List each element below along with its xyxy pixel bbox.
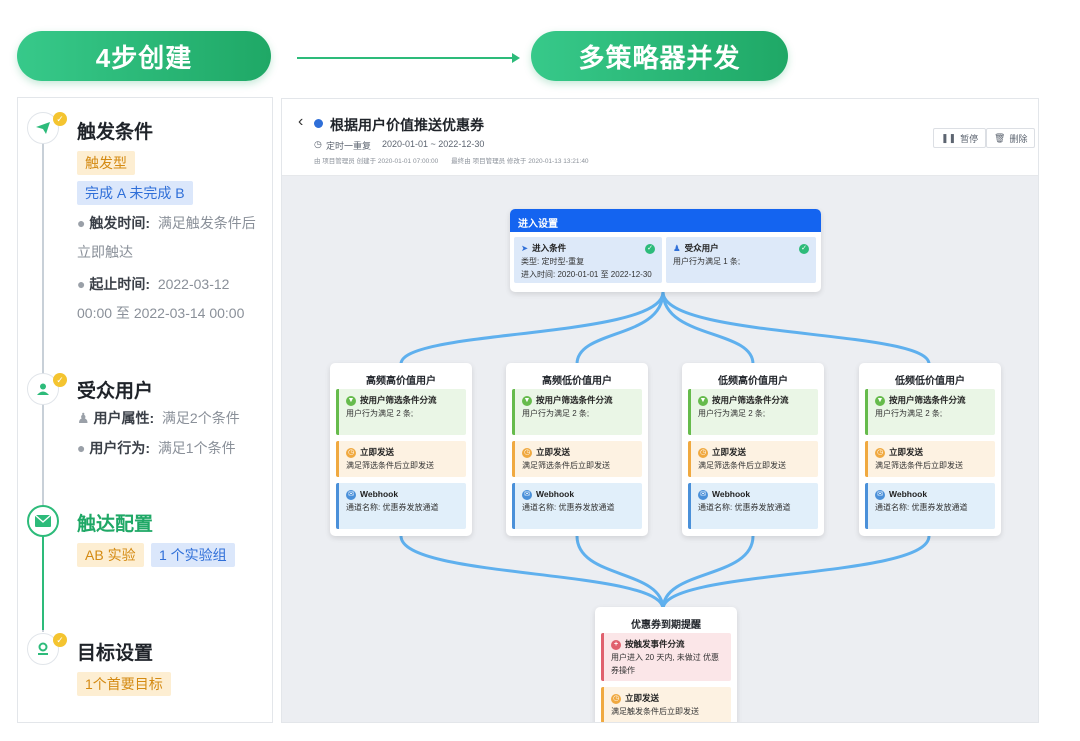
tag-trigger-type: 触发型 bbox=[77, 151, 135, 175]
split-box[interactable]: ▼ 按用户筛选条件分流 用户行为满足 2 条; bbox=[512, 389, 642, 435]
entry-audience-box[interactable]: ♟ 受众用户 ✓ 用户行为满足 1 条; bbox=[666, 237, 816, 283]
webhook-box[interactable]: ✉ Webhook 通道名称: 优惠券发放通道 bbox=[688, 483, 818, 529]
branch-card[interactable]: 高频低价值用户 ▼ 按用户筛选条件分流 用户行为满足 2 条; ◷ 立即发送 满足筛选条… bbox=[506, 363, 648, 536]
split-box[interactable]: ▼ 按用户筛选条件分流 用户行为满足 2 条; bbox=[688, 389, 818, 435]
tag-test-group: 1 个实验组 bbox=[151, 543, 235, 567]
user-icon: ♟ bbox=[673, 243, 681, 253]
check-icon: ✓ bbox=[645, 243, 655, 254]
clock-icon: ◷ bbox=[875, 447, 885, 458]
final-title: 优惠券到期提醒 bbox=[631, 620, 701, 631]
final-send-box[interactable]: ◷ 立即发送 满足触发条件后立即发送 bbox=[601, 687, 731, 722]
event-split-box[interactable]: + 按触发事件分流 用户进入 20 天内, 未做过 优惠券操作 bbox=[601, 633, 731, 681]
check-badge-icon: ✓ bbox=[53, 633, 67, 647]
strategy-pill: 多策略器并发 bbox=[531, 31, 788, 81]
send-icon: ➤ bbox=[521, 243, 529, 253]
tag-condition: 完成 A 未完成 B bbox=[77, 181, 193, 205]
check-badge-icon: ✓ bbox=[53, 373, 67, 387]
clock-icon: ◷ bbox=[346, 447, 356, 458]
webhook-icon: ✉ bbox=[346, 489, 356, 500]
step-title-goal: 目标设置 bbox=[77, 643, 154, 664]
event-icon: + bbox=[611, 639, 621, 650]
steps-pill: 4步创建 bbox=[17, 31, 271, 81]
send-box[interactable]: ◷ 立即发送 满足筛选条件后立即发送 bbox=[865, 441, 995, 477]
webhook-box[interactable]: ✉ Webhook 通道名称: 优惠券发放通道 bbox=[336, 483, 466, 529]
branch-title: 高频低价值用户 bbox=[542, 376, 612, 387]
step-title-delivery: 触达配置 bbox=[77, 514, 154, 535]
filter-icon: ▼ bbox=[522, 395, 532, 406]
branch-card[interactable]: 高频高价值用户 ▼ 按用户筛选条件分流 用户行为满足 2 条; ◷ 立即发送 满足筛选条… bbox=[330, 363, 472, 536]
clock-icon: ◷ bbox=[698, 447, 708, 458]
tag-ab-test: AB 实验 bbox=[77, 543, 144, 567]
clock-icon: ◷ bbox=[611, 693, 621, 704]
trigger-time: ● 触发时间: 满足触发条件后立即触达 bbox=[77, 215, 256, 260]
filter-icon: ▼ bbox=[698, 395, 708, 406]
branch-title: 低频低价值用户 bbox=[895, 376, 965, 387]
filter-icon: ▼ bbox=[875, 395, 885, 406]
entry-condition-box[interactable]: ➤ 进入条件 ✓ 类型: 定时型-重复 进入时间: 2020-01-01 至 202… bbox=[514, 237, 662, 283]
branch-title: 高频高价值用户 bbox=[366, 376, 436, 387]
split-box[interactable]: ▼ 按用户筛选条件分流 用户行为满足 2 条; bbox=[336, 389, 466, 435]
webhook-icon: ✉ bbox=[698, 489, 708, 500]
entry-card[interactable]: 进入设置 ➤ 进入条件 ✓ 类型: 定时型-重复 进入时间: 2020-01-01 … bbox=[510, 209, 821, 292]
webhook-box[interactable]: ✉ Webhook 通道名称: 优惠券发放通道 bbox=[865, 483, 995, 529]
check-badge-icon: ✓ bbox=[53, 112, 67, 126]
mail-icon[interactable] bbox=[27, 505, 59, 537]
check-icon: ✓ bbox=[799, 243, 809, 254]
webhook-icon: ✉ bbox=[875, 489, 885, 500]
send-box[interactable]: ◷ 立即发送 满足筛选条件后立即发送 bbox=[512, 441, 642, 477]
branch-title: 低频高价值用户 bbox=[718, 376, 788, 387]
user-behavior: ● 用户行为: 满足1个条件 bbox=[77, 440, 236, 456]
send-box[interactable]: ◷ 立即发送 满足筛选条件后立即发送 bbox=[336, 441, 466, 477]
branch-card[interactable]: 低频高价值用户 ▼ 按用户筛选条件分流 用户行为满足 2 条; ◷ 立即发送 满足筛选条… bbox=[682, 363, 824, 536]
split-box[interactable]: ▼ 按用户筛选条件分流 用户行为满足 2 条; bbox=[865, 389, 995, 435]
step-title-audience: 受众用户 bbox=[77, 381, 154, 402]
webhook-icon: ✉ bbox=[522, 489, 532, 500]
entry-header: 进入设置 bbox=[510, 209, 821, 232]
arrow-head-icon bbox=[512, 53, 520, 63]
branch-card[interactable]: 低频低价值用户 ▼ 按用户筛选条件分流 用户行为满足 2 条; ◷ 立即发送 满足筛选条… bbox=[859, 363, 1001, 536]
user-attribute: ♟ 用户属性: 满足2个条件 bbox=[77, 410, 240, 426]
tag-primary-goal: 1个首要目标 bbox=[77, 672, 171, 696]
send-box[interactable]: ◷ 立即发送 满足筛选条件后立即发送 bbox=[688, 441, 818, 477]
final-card[interactable]: 优惠券到期提醒 + 按触发事件分流 用户进入 20 天内, 未做过 优惠券操作 ◷ 立… bbox=[595, 607, 737, 722]
strategy-canvas: ‹ 根据用户价值推送优惠券 ◷ 定时一重复 2020-01-01 ~ 2022-… bbox=[281, 98, 1039, 723]
filter-icon: ▼ bbox=[346, 395, 356, 406]
start-end-time: ● 起止时间: 2022-03-12 00:00 至 2022-03-14 00… bbox=[77, 276, 245, 321]
clock-icon: ◷ bbox=[522, 447, 532, 458]
webhook-box[interactable]: ✉ Webhook 通道名称: 优惠券发放通道 bbox=[512, 483, 642, 529]
step-title-trigger: 触发条件 bbox=[77, 122, 154, 143]
arrow-line bbox=[297, 57, 514, 59]
